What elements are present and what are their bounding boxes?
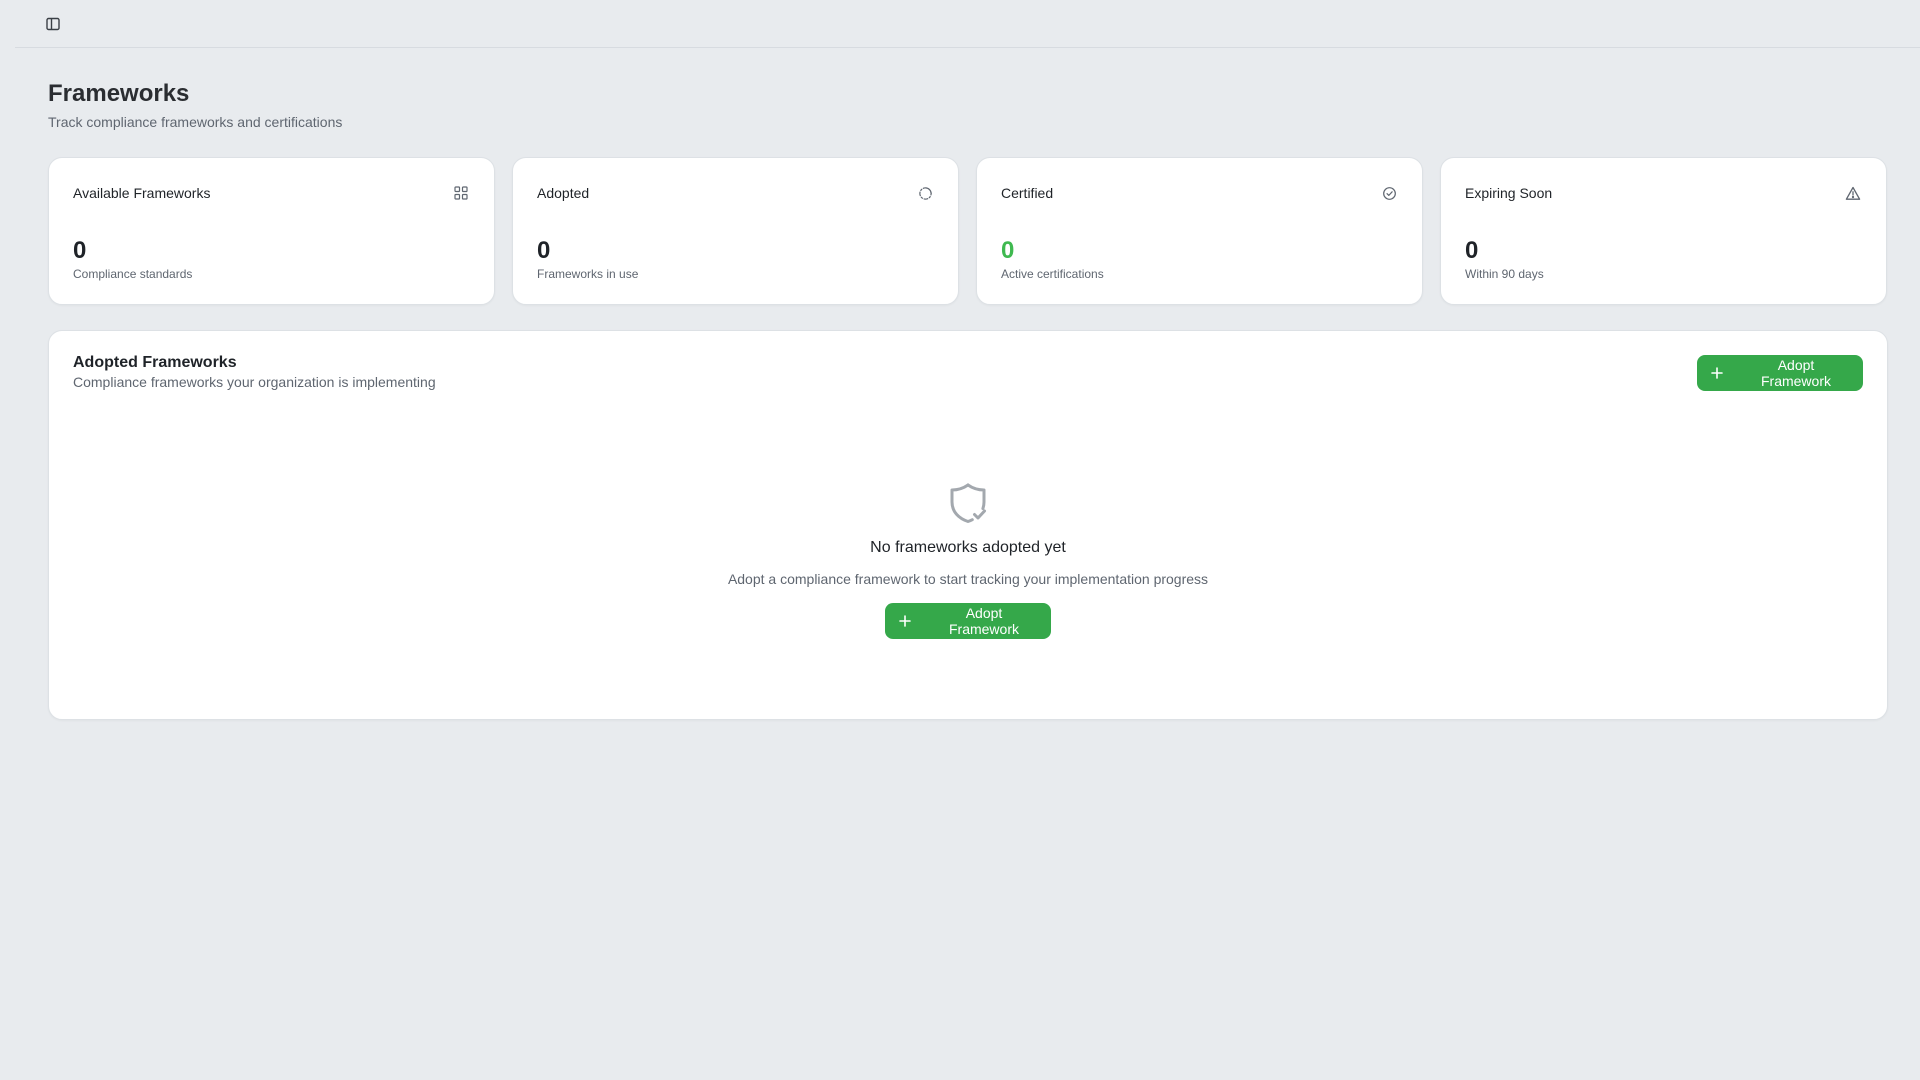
empty-state-title: No frameworks adopted yet	[870, 539, 1066, 556]
loader-icon	[916, 184, 934, 202]
top-bar	[15, 0, 1920, 48]
empty-state: No frameworks adopted yet Adopt a compli…	[49, 481, 1887, 639]
stat-caption: Compliance standards	[73, 267, 193, 281]
adopted-frameworks-panel: Adopted Frameworks Compliance frameworks…	[48, 330, 1888, 720]
stat-label: Expiring Soon	[1465, 185, 1553, 201]
stat-card-expiring-soon: Expiring Soon 0 Within 90 days	[1440, 157, 1887, 305]
empty-state-adopt-framework-button[interactable]: Adopt Framework	[885, 603, 1051, 639]
stat-value: 0	[1001, 237, 1015, 264]
stat-caption: Frameworks in use	[537, 267, 639, 281]
stat-label: Certified	[1001, 185, 1054, 201]
grid-icon	[452, 184, 470, 202]
stat-card-adopted: Adopted 0 Frameworks in use	[512, 157, 959, 305]
stat-value: 0	[537, 237, 551, 264]
stat-value: 0	[1465, 237, 1479, 264]
page-subtitle: Track compliance frameworks and certific…	[48, 114, 343, 130]
stat-label: Available Frameworks	[73, 185, 211, 201]
sidebar-toggle-icon[interactable]	[41, 12, 65, 36]
stat-card-certified: Certified 0 Active certifications	[976, 157, 1423, 305]
plus-icon	[897, 613, 913, 629]
warning-triangle-icon	[1844, 184, 1862, 202]
stat-card-available-frameworks: Available Frameworks 0 Compliance standa…	[48, 157, 495, 305]
stat-label: Adopted	[537, 185, 590, 201]
page-title: Frameworks	[48, 80, 190, 107]
shield-check-icon	[946, 481, 990, 525]
button-label: Adopt Framework	[1760, 357, 1831, 389]
adopt-framework-button[interactable]: Adopt Framework	[1697, 355, 1863, 391]
check-circle-icon	[1380, 184, 1398, 202]
stat-value: 0	[73, 237, 87, 264]
stat-caption: Within 90 days	[1465, 267, 1544, 281]
plus-icon	[1709, 365, 1725, 381]
empty-state-description: Adopt a compliance framework to start tr…	[727, 571, 1209, 587]
panel-subtitle: Compliance frameworks your organization …	[73, 374, 436, 390]
stat-caption: Active certifications	[1001, 267, 1104, 281]
panel-title: Adopted Frameworks	[73, 354, 237, 371]
button-label: Adopt Framework	[948, 605, 1019, 637]
